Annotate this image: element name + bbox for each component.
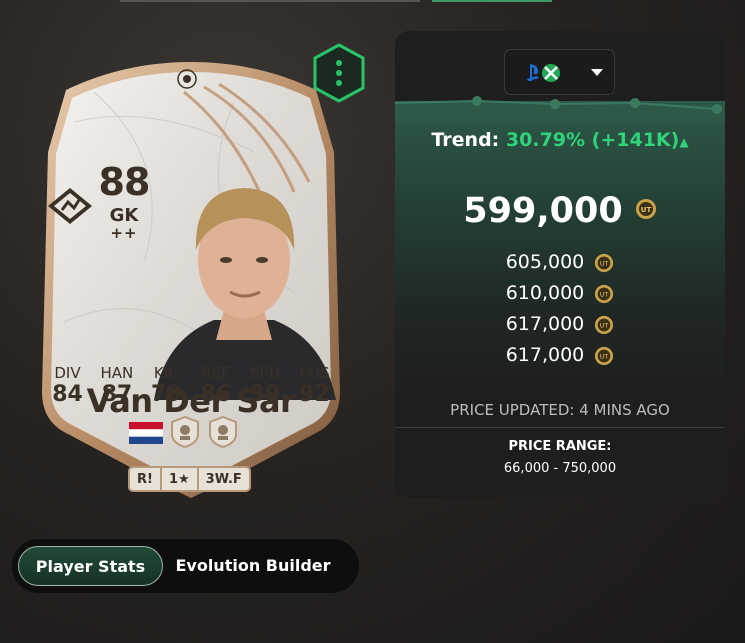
stat-han: HAN 87 <box>92 364 141 408</box>
price-updated: PRICE UPDATED: 4 MINS AGO <box>450 401 670 419</box>
coin-icon: UT <box>635 199 656 219</box>
svg-text:UT: UT <box>600 260 609 267</box>
platform-select[interactable] <box>504 49 615 95</box>
more-options-button[interactable] <box>312 43 366 103</box>
goalkeeper-role-icon <box>48 188 92 224</box>
stat-label: DIV <box>54 364 81 382</box>
listing-value: 605,000 <box>505 251 585 273</box>
tab-player-stats[interactable]: Player Stats <box>18 546 163 586</box>
trait-skill-moves: 1★ <box>162 468 199 490</box>
coin-icon: UT <box>595 253 614 272</box>
stat-kic: KIC 79 <box>142 364 191 408</box>
tab-evolution-builder[interactable]: Evolution Builder <box>163 546 343 586</box>
trait-weak-foot: 3W.F <box>205 472 242 487</box>
listing-value: 617,000 <box>505 344 585 366</box>
stat-ref: REF 86 <box>191 364 240 408</box>
price-listings: 605,000 UT 610,000 UT 617,000 UT 617,000 UT <box>395 247 725 371</box>
stat-label: KIC <box>153 364 179 382</box>
panel-divider <box>395 427 725 428</box>
stat-value: 92 <box>299 382 330 407</box>
coin-icon: UT <box>595 315 614 334</box>
stat-spd: SPD 39 <box>241 364 290 408</box>
price-listing: 610,000 UT <box>395 278 725 309</box>
current-price-value: 599,000 <box>463 191 623 231</box>
listing-value: 610,000 <box>505 282 585 304</box>
price-range-value: 66,000 - 750,000 <box>503 461 617 476</box>
price-range-label: PRICE RANGE: <box>508 439 612 454</box>
card-stats: DIV 84 HAN 87 KIC 79 REF 86 SPD 39 POS 9… <box>43 364 339 408</box>
top-divider <box>120 0 420 2</box>
stat-label: REF <box>201 364 230 382</box>
icons-club-icon <box>209 416 237 448</box>
price-listing: 617,000 UT <box>395 340 725 371</box>
card-traits: R! 1★ 3W.F <box>128 466 251 492</box>
coin-icon: UT <box>595 284 614 303</box>
trait-role: R! <box>130 468 162 490</box>
stat-value: 79 <box>150 382 182 407</box>
price-listing: 617,000 UT <box>395 309 725 340</box>
player-card[interactable]: 88 GK ++ Van Der Sar DIV 84 HAN 87 KIC 7… <box>34 43 365 500</box>
icons-league-icon <box>171 416 199 448</box>
view-tabs: Player Stats Evolution Builder <box>12 539 359 593</box>
stat-value: 86 <box>200 382 231 407</box>
stat-label: POS <box>299 364 330 382</box>
svg-text:UT: UT <box>640 206 651 214</box>
svg-text:UT: UT <box>600 291 609 298</box>
stat-value: 39 <box>249 382 281 407</box>
stat-label: HAN <box>100 364 134 382</box>
price-panel: Trend: 30.79% (+141K)▲ 599,000 UT 605,000… <box>395 31 725 498</box>
stat-value: 84 <box>52 382 83 407</box>
price-listing: 605,000 UT <box>395 247 725 278</box>
top-accent-divider <box>432 0 552 2</box>
stat-label: SPD <box>250 364 281 382</box>
current-price: 599,000 UT <box>395 191 725 231</box>
stat-div: DIV 84 <box>43 364 92 408</box>
coin-icon: UT <box>595 346 614 365</box>
trend-label: Trend: <box>431 129 500 151</box>
trend-value: 30.79% (+141K) <box>505 129 680 151</box>
price-trend: Trend: 30.79% (+141K)▲ <box>395 129 725 151</box>
netherlands-flag-icon <box>129 422 163 444</box>
stat-value: 87 <box>101 382 133 407</box>
trend-up-icon: ▲ <box>679 135 689 149</box>
listing-value: 617,000 <box>505 313 585 335</box>
svg-text:UT: UT <box>600 353 609 360</box>
chevron-down-icon <box>591 69 603 76</box>
stat-pos: POS 92 <box>290 364 339 408</box>
svg-text:UT: UT <box>600 322 609 329</box>
